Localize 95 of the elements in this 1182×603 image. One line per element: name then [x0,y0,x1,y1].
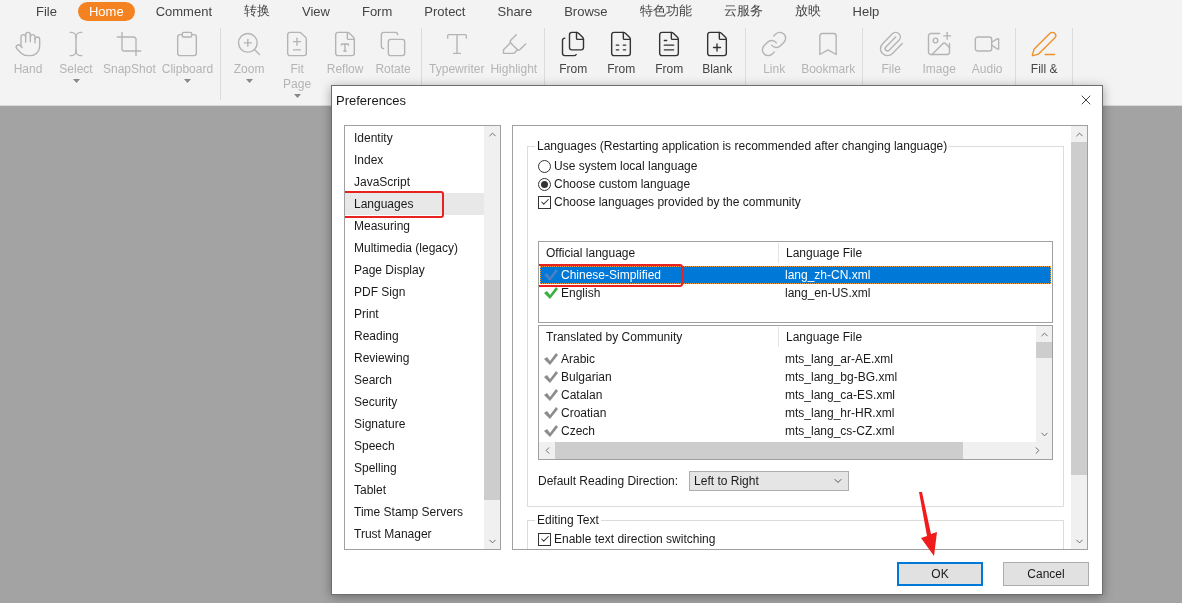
dialog-button[interactable]: OK [897,562,983,586]
scrollbar[interactable] [1071,126,1087,549]
toolbar-button[interactable]: From [549,28,598,100]
menu-tab[interactable]: Share [486,1,544,21]
category-item[interactable]: Languages [345,193,484,215]
category-item[interactable]: Tablet [345,479,484,501]
table-cell: mts_lang_cs-CZ.xml [785,424,895,438]
option-label: Use system local language [554,159,698,173]
pen-icon [1030,30,1059,58]
table-cell: mts_lang_ca-ES.xml [785,388,896,402]
scrollbar-thumb[interactable] [555,442,963,459]
menu-tab[interactable]: 云服务 [712,0,774,22]
table-row[interactable]: Catalan mts_lang_ca-ES.xml [540,386,1035,404]
category-item[interactable]: Time Stamp Servers [345,501,484,523]
option-label: Choose languages provided by the community [554,195,801,209]
category-item[interactable]: Reading [345,325,484,347]
category-item[interactable]: Measuring [345,215,484,237]
category-item[interactable]: Reviewing [345,347,484,369]
scrollbar-thumb[interactable] [1036,342,1052,358]
table-row[interactable]: English lang_en-US.xml [540,284,1051,302]
category-item[interactable]: Signature [345,413,484,435]
table-cell: Catalan [561,388,603,402]
category-item[interactable]: Search [345,369,484,391]
menu-tab[interactable]: 特色功能 [628,0,703,22]
menu-tab[interactable]: 放映 [783,0,832,22]
table-cell: lang_zh-CN.xml [785,268,871,282]
check-icon [544,371,558,383]
column-header[interactable]: Official language [539,243,779,263]
category-item[interactable]: Index [345,149,484,171]
category-item[interactable]: Security [345,391,484,413]
toolbar-button[interactable]: From [597,28,646,100]
scrollbar-thumb[interactable] [484,280,500,500]
menu-tab[interactable]: Form [350,1,404,21]
menu-tab[interactable]: Help [841,1,891,21]
menu-tab[interactable]: Protect [413,1,477,21]
column-header[interactable]: Language File [779,243,1052,263]
hand-icon [14,30,42,58]
category-item[interactable]: Multimedia (legacy) [345,237,484,259]
category-item[interactable]: Spelling [345,457,484,479]
column-header[interactable]: Translated by Community [539,327,779,347]
scrollbar[interactable] [484,126,500,549]
copy-icon [379,30,408,58]
category-item[interactable]: Speech [345,435,484,457]
field-label: Default Reading Direction: [538,474,679,488]
crop-icon [115,30,144,58]
table-row[interactable]: Arabic mts_lang_ar-AE.xml [540,350,1035,368]
menu-tab[interactable]: File [25,1,68,21]
category-item[interactable]: Print [345,303,484,325]
table-cell: mts_lang_ar-AE.xml [785,352,894,366]
group-title: Languages (Restarting application is recommended after changing language) [536,139,949,153]
group-title: Editing Text [536,513,600,527]
link-icon [760,30,789,58]
toolbar-button[interactable]: Blank [693,28,742,100]
menu-tab[interactable]: Comment [144,1,223,21]
category-item[interactable]: PDF Sign [345,281,484,303]
column-header[interactable]: Language File [779,327,1036,347]
table-cell: lang_en-US.xml [785,286,871,300]
menu-tab[interactable]: Browse [553,1,619,21]
dialog-title: Preferences [336,92,407,108]
checkbox[interactable] [538,532,551,546]
category-item[interactable]: Identity [345,127,484,149]
table-row[interactable]: Croatian mts_lang_hr-HR.xml [540,404,1035,422]
table-row[interactable]: Czech mts_lang_cs-CZ.xml [540,422,1035,440]
table-cell: Chinese-Simplified [561,268,662,282]
checkbox[interactable] [538,195,551,209]
toolbar-button[interactable]: From [645,28,694,100]
toolbar-button[interactable]: Fill & [1020,28,1069,100]
table-cell: Croatian [561,406,607,420]
table-cell: English [561,286,601,300]
table-row[interactable]: Bulgarian mts_lang_bg-BG.xml [540,368,1035,386]
image-icon [925,30,954,58]
table-row[interactable]: Chinese-Simplified lang_zh-CN.xml [540,266,1051,284]
table-cell: mts_lang_bg-BG.xml [785,370,898,384]
check-icon [539,197,550,207]
check-icon [544,425,558,437]
menu-tab[interactable]: View [291,1,341,21]
check-icon [539,534,550,544]
category-item[interactable]: Page Display [345,259,484,281]
option-label: Enable text direction switching [554,532,716,546]
dialog-button[interactable]: Cancel [1003,562,1089,586]
direction-dropdown[interactable]: Left to Right [689,471,850,491]
check-icon [544,353,558,365]
category-item[interactable]: JavaScript [345,171,484,193]
table-cell: Czech [561,424,595,438]
scrollbar[interactable] [1036,326,1052,442]
category-item[interactable]: Trust Manager [345,523,484,545]
option-label: Choose custom language [554,177,691,191]
table-cell: Bulgarian [561,370,612,384]
horizontal-scrollbar[interactable] [539,442,1052,459]
scrollbar-thumb[interactable] [1071,142,1087,475]
table-cell: mts_lang_hr-HR.xml [785,406,895,420]
check-icon [544,407,558,419]
check-icon [544,389,558,401]
menu-tab[interactable]: 转换 [233,0,281,22]
table-cell: Arabic [561,352,595,366]
